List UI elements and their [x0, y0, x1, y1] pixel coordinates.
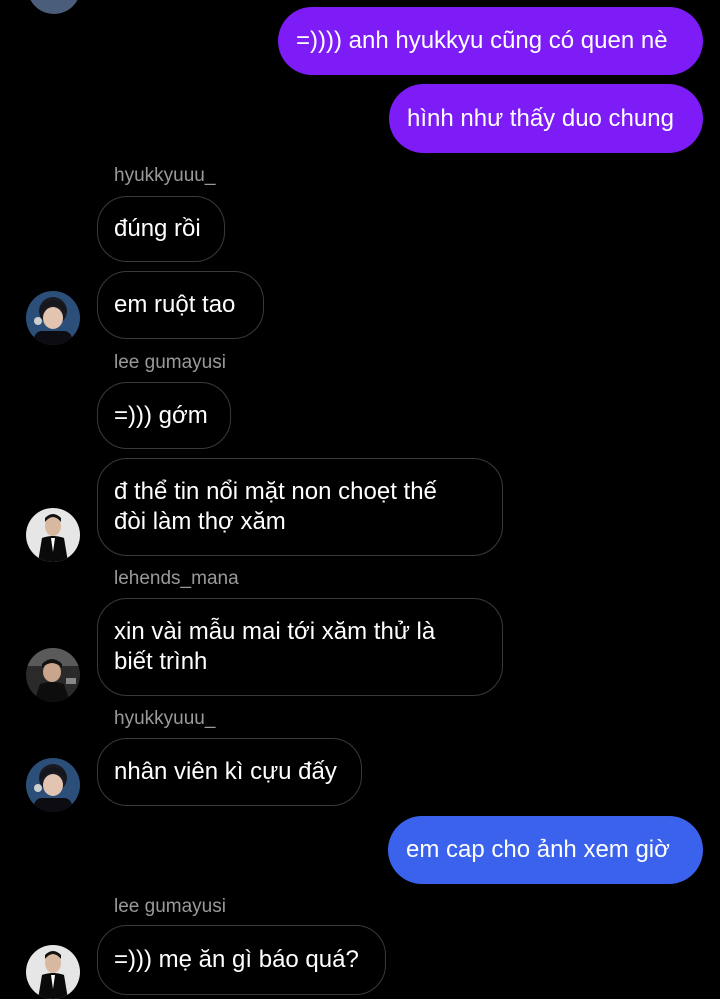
avatar-lee-gumayusi[interactable]: [26, 508, 80, 562]
incoming-message-bubble[interactable]: đúng rồi: [97, 196, 225, 262]
sender-name: lee gumayusi: [114, 896, 226, 917]
incoming-message-bubble[interactable]: em ruột tao: [97, 271, 264, 339]
incoming-message-bubble[interactable]: đ thể tin nổi mặt non choẹt thế đòi làm …: [97, 458, 503, 556]
incoming-message-bubble[interactable]: =))) mẹ ăn gì báo quá?: [97, 925, 386, 995]
outgoing-message-bubble[interactable]: em cap cho ảnh xem giờ: [388, 816, 703, 884]
avatar-hyukkyuuu[interactable]: [26, 758, 80, 812]
avatar-lehends-mana[interactable]: [26, 648, 80, 702]
sender-name: lehends_mana: [114, 568, 239, 589]
outgoing-message-bubble[interactable]: =)))) anh hyukkyu cũng có quen nè: [278, 7, 703, 75]
incoming-message-bubble[interactable]: =))) gớm: [97, 382, 231, 449]
chat-screen: { "colors": { "background": "#000000", "…: [0, 0, 720, 999]
avatar-partial[interactable]: [27, 0, 81, 14]
sender-name: hyukkyuuu_: [114, 165, 216, 186]
avatar-lee-gumayusi[interactable]: [26, 945, 80, 999]
incoming-message-bubble[interactable]: xin vài mẫu mai tới xăm thử là biết trìn…: [97, 598, 503, 696]
sender-name: hyukkyuuu_: [114, 708, 216, 729]
outgoing-message-bubble[interactable]: hình như thấy duo chung: [389, 84, 703, 153]
avatar-hyukkyuuu[interactable]: [26, 291, 80, 345]
sender-name: lee gumayusi: [114, 352, 226, 373]
incoming-message-bubble[interactable]: nhân viên kì cựu đấy: [97, 738, 362, 806]
